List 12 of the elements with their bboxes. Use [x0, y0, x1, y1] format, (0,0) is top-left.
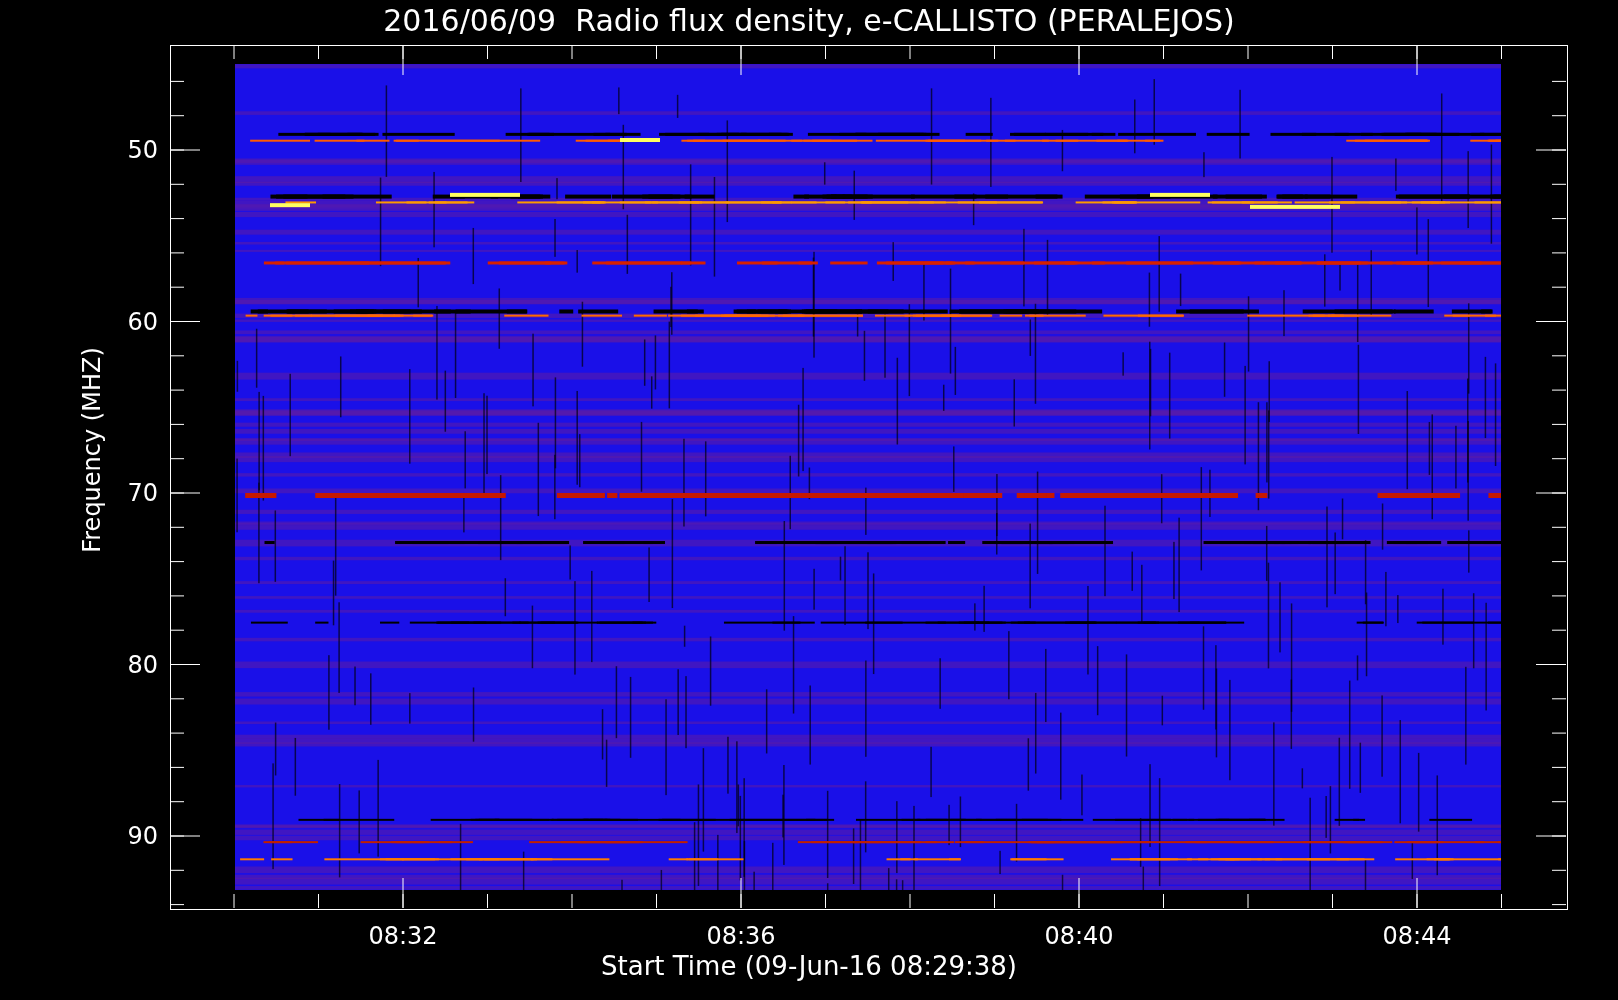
y-tick-label: 60 — [126, 307, 158, 336]
x-tick-label: 08:44 — [1381, 922, 1453, 950]
x-tick-label: 08:36 — [705, 922, 777, 950]
y-tick-label: 70 — [126, 479, 158, 507]
y-tick-label: 50 — [126, 136, 158, 164]
y-axis-label: Frequency (MHZ) — [77, 347, 107, 553]
chart-title: 2016/06/09 Radio flux density, e-CALLISTO (PERALEJOS) — [383, 2, 1235, 40]
x-axis-label: Start Time (09-Jun-16 08:29:38) — [601, 950, 1017, 982]
y-tick-label: 80 — [126, 650, 158, 679]
x-tick-label: 08:32 — [367, 922, 439, 950]
x-tick-label: 08:40 — [1043, 922, 1115, 950]
y-tick-label: 90 — [126, 822, 158, 850]
